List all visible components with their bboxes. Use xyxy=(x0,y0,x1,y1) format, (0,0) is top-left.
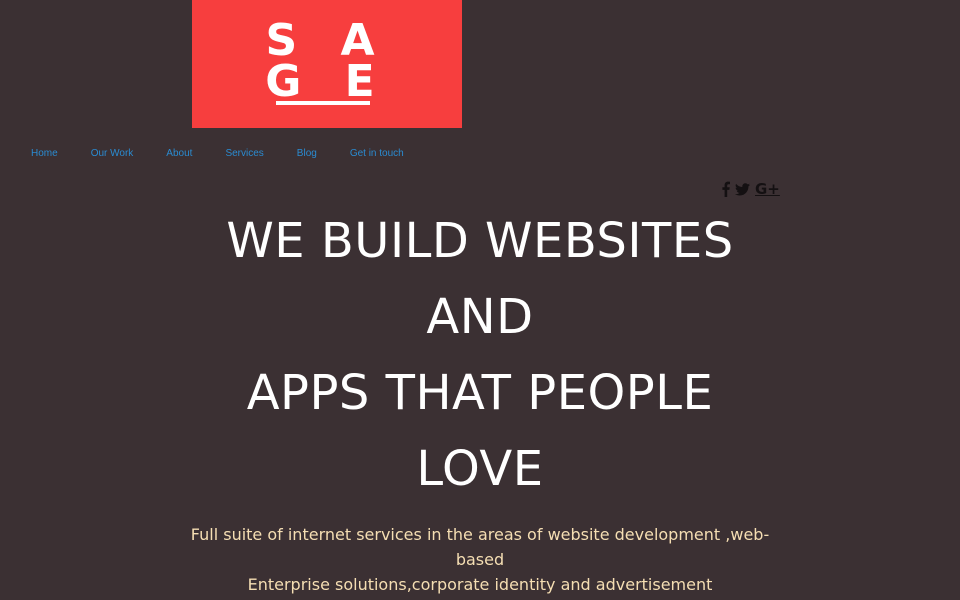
subtitle-line-1: Full suite of internet services in the a… xyxy=(190,525,770,544)
hero-line-2: AND xyxy=(426,289,534,345)
logo-mark: S A G E xyxy=(265,15,389,107)
nav-get-in-touch[interactable]: Get in touch xyxy=(350,148,404,159)
main-nav: Home Our Work About Services Blog Get in… xyxy=(31,146,437,160)
nav-services[interactable]: Services xyxy=(225,148,263,159)
hero-heading: WE BUILD WEBSITES AND APPS THAT PEOPLE L… xyxy=(180,203,780,507)
logo[interactable]: S A G E xyxy=(192,0,462,128)
hero-line-3: APPS THAT PEOPLE xyxy=(246,365,714,421)
facebook-icon[interactable] xyxy=(722,180,730,198)
social-links: G+ xyxy=(722,180,785,198)
subtitle-line-2: based xyxy=(455,550,505,569)
logo-underline xyxy=(276,101,370,105)
hero-line-1: WE BUILD WEBSITES xyxy=(226,213,734,269)
hero-line-4: LOVE xyxy=(416,441,544,497)
nav-our-work[interactable]: Our Work xyxy=(91,148,134,159)
nav-about[interactable]: About xyxy=(166,148,192,159)
subtitle-line-3: Enterprise solutions,corporate identity … xyxy=(247,575,713,594)
hero-subtitle: Full suite of internet services in the a… xyxy=(180,522,780,597)
google-plus-icon[interactable]: G+ xyxy=(755,180,780,198)
nav-home[interactable]: Home xyxy=(31,148,58,159)
twitter-icon[interactable] xyxy=(735,180,750,198)
logo-line-2: G E xyxy=(265,56,389,107)
nav-blog[interactable]: Blog xyxy=(297,148,317,159)
